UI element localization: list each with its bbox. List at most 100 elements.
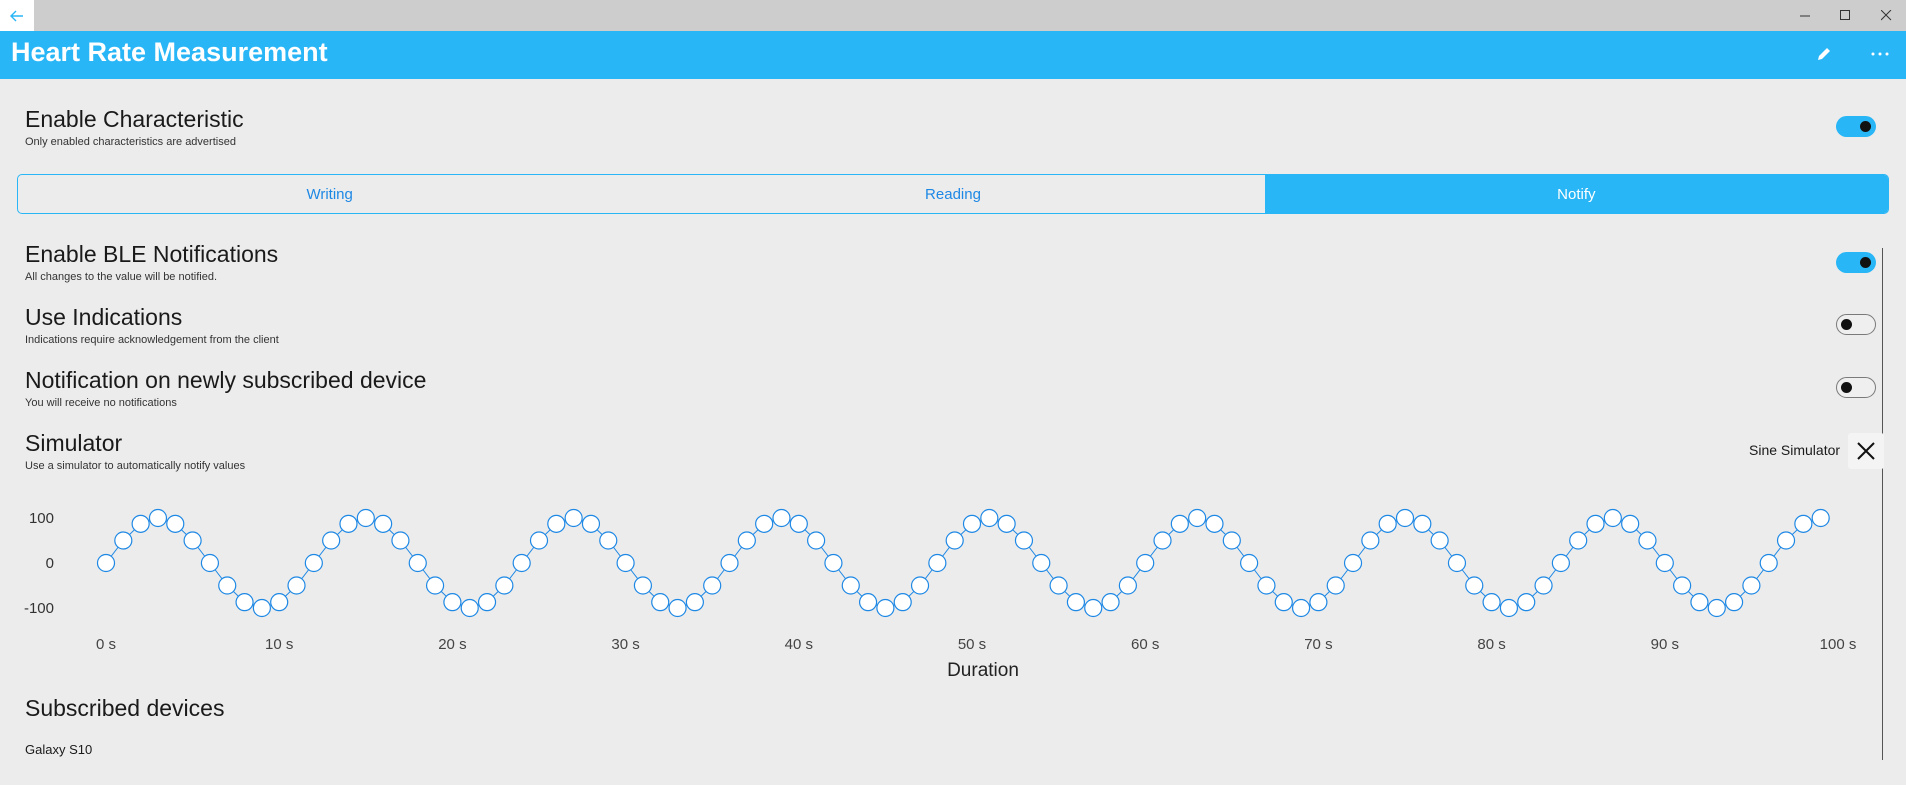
data-point: [1413, 514, 1432, 533]
data-point: [893, 593, 912, 612]
toggle-knob: [1841, 381, 1852, 393]
data-point: [1811, 508, 1830, 528]
data-point: [668, 598, 687, 618]
data-point: [148, 508, 168, 528]
x-tick-label: 100 s: [1820, 636, 1857, 653]
simulator-selected-label[interactable]: Sine Simulator: [1749, 442, 1840, 458]
x-tick-label: 70 s: [1304, 636, 1332, 653]
list-item-device[interactable]: Galaxy S10: [25, 742, 92, 757]
simulator-subtitle: Use a simulator to automatically notify …: [25, 460, 246, 472]
data-point: [1257, 576, 1276, 595]
edit-button[interactable]: [1809, 39, 1839, 69]
data-point: [1032, 553, 1051, 573]
data-point: [1673, 576, 1692, 595]
maximize-button[interactable]: [1825, 0, 1865, 31]
data-point: [1049, 576, 1068, 595]
close-icon: [1880, 10, 1891, 21]
tab-notify[interactable]: Notify: [1264, 175, 1888, 213]
ble-notifications-toggle[interactable]: [1836, 252, 1876, 273]
minimize-icon: [1799, 15, 1810, 17]
tab-writing[interactable]: Writing: [18, 175, 641, 213]
data-point: [1707, 598, 1726, 618]
data-point: [1534, 576, 1553, 595]
data-point: [737, 531, 756, 550]
data-point: [1084, 598, 1103, 618]
maximize-icon: [1839, 10, 1850, 20]
data-point: [858, 593, 878, 612]
data-point: [980, 508, 999, 528]
data-point: [1343, 553, 1363, 573]
data-point: [304, 553, 323, 573]
data-point: [1066, 593, 1086, 612]
data-point: [183, 531, 202, 550]
data-point: [1274, 593, 1293, 612]
tab-reading[interactable]: Reading: [641, 175, 1264, 213]
data-point: [270, 593, 289, 612]
arrow-left-icon: [10, 10, 23, 21]
data-point: [1569, 531, 1588, 550]
data-point: [1378, 514, 1397, 533]
more-button[interactable]: [1865, 39, 1895, 69]
close-window-button[interactable]: [1866, 0, 1906, 31]
data-point: [408, 553, 427, 573]
toggle-knob: [1841, 318, 1852, 330]
data-point: [1638, 531, 1657, 550]
data-point: [1517, 593, 1536, 612]
data-point: [1309, 593, 1328, 612]
back-button[interactable]: [0, 0, 34, 31]
enable-characteristic-toggle[interactable]: [1836, 116, 1876, 137]
toggle-knob: [1860, 121, 1871, 132]
new-device-notification-title: Notification on newly subscribed device: [25, 367, 427, 393]
x-tick-label: 40 s: [785, 636, 813, 653]
y-tick-label: 0: [46, 555, 54, 572]
data-point: [616, 553, 635, 573]
data-point: [166, 514, 185, 533]
data-point: [1101, 593, 1120, 612]
data-point: [807, 531, 826, 550]
use-indications-toggle[interactable]: [1836, 314, 1876, 335]
x-tick-label: 60 s: [1131, 636, 1159, 653]
data-point: [1776, 531, 1796, 550]
data-point: [443, 593, 462, 612]
data-point: [547, 514, 566, 533]
data-point: [1153, 531, 1172, 550]
data-point: [703, 576, 722, 595]
new-device-notification-toggle[interactable]: [1836, 377, 1876, 398]
enable-characteristic-subtitle: Only enabled characteristics are adverti…: [25, 136, 236, 148]
data-point: [789, 514, 808, 533]
data-point: [651, 593, 670, 612]
page-title: Heart Rate Measurement: [11, 37, 328, 67]
data-point: [1136, 553, 1155, 573]
new-device-notification-subtitle: You will receive no notifications: [25, 397, 177, 409]
data-point: [512, 553, 531, 573]
x-tick-label: 80 s: [1477, 636, 1505, 653]
window-titlebar: [0, 0, 1906, 31]
minimize-button[interactable]: [1785, 0, 1825, 31]
data-point: [1188, 508, 1207, 528]
data-point: [1291, 598, 1311, 618]
data-point: [1655, 553, 1674, 573]
data-point: [564, 508, 583, 528]
data-point: [876, 598, 895, 618]
data-point: [910, 576, 930, 595]
x-axis-label: Duration: [947, 660, 1019, 681]
data-point: [1690, 593, 1709, 612]
data-point: [235, 593, 254, 612]
data-point: [495, 576, 514, 595]
data-point: [755, 514, 774, 533]
data-point: [962, 514, 982, 533]
data-point: [841, 576, 860, 595]
data-point: [1742, 576, 1761, 595]
data-point: [1430, 531, 1449, 550]
data-point: [1222, 531, 1241, 550]
use-indications-subtitle: Indications require acknowledgement from…: [25, 334, 279, 346]
data-point: [997, 514, 1016, 533]
clear-simulator-button[interactable]: [1848, 433, 1884, 469]
x-tick-label: 20 s: [438, 636, 466, 653]
data-point: [1361, 531, 1380, 550]
data-point: [1603, 508, 1622, 528]
data-point: [529, 531, 549, 550]
mode-tabs: Writing Reading Notify: [17, 174, 1889, 214]
data-point: [1326, 576, 1345, 595]
data-point: [114, 531, 133, 550]
